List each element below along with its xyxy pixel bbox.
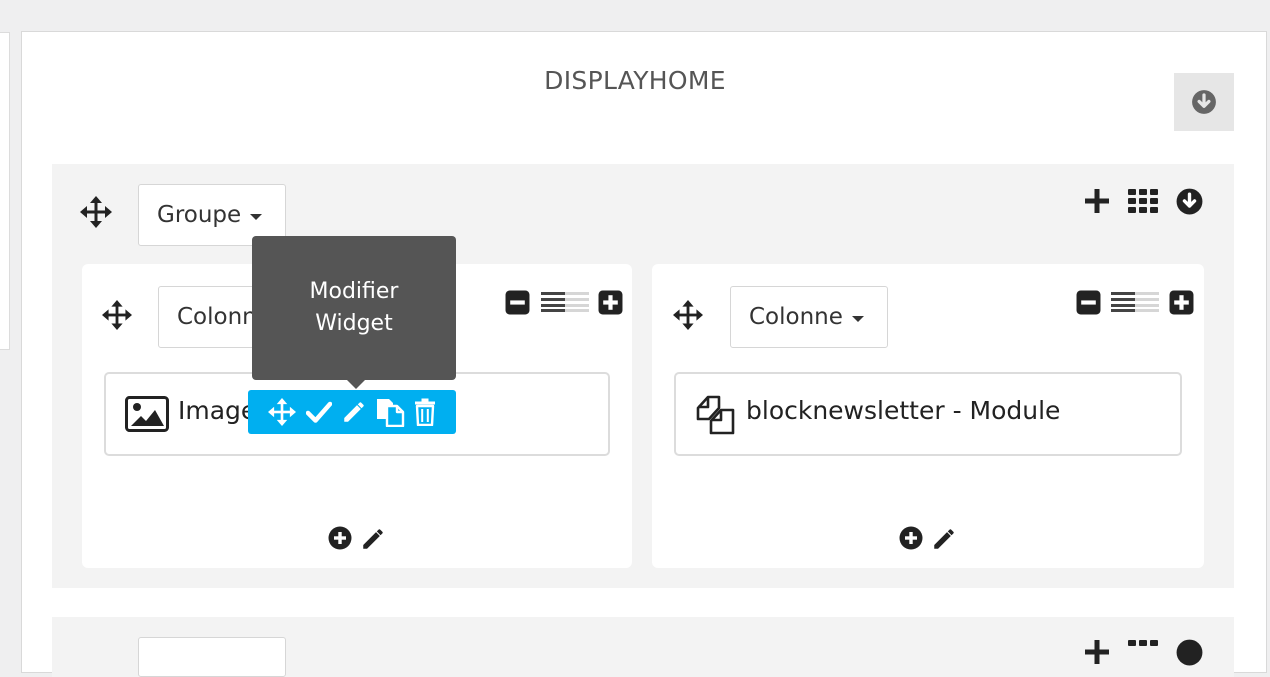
move-icon[interactable] xyxy=(102,300,132,330)
tooltip-line-1: Modifier xyxy=(309,279,399,304)
move-icon[interactable] xyxy=(673,300,703,330)
plus-square-icon[interactable] xyxy=(598,290,623,315)
group-2-type-dropdown[interactable] xyxy=(138,637,286,677)
column-width-bars-icon[interactable] xyxy=(1111,292,1159,312)
group-add-plus-icon[interactable] xyxy=(1084,188,1110,214)
caret-down-icon xyxy=(250,213,263,220)
arrow-circle-down-icon[interactable] xyxy=(1176,188,1203,215)
column-width-bars-icon[interactable] xyxy=(541,292,589,312)
group-type-label: Groupe xyxy=(157,202,242,228)
hook-title: DISPLAYHOME xyxy=(544,66,726,95)
tooltip-line-2: Widget xyxy=(315,311,393,336)
plus-circle-icon[interactable] xyxy=(899,526,923,550)
image-icon xyxy=(125,396,169,432)
check-icon[interactable] xyxy=(306,400,332,424)
group-add-plus-icon[interactable] xyxy=(1084,639,1110,665)
widget-label: blocknewsletter - Module xyxy=(746,396,1061,425)
pencil-icon[interactable] xyxy=(341,399,367,425)
column-2-type-dropdown[interactable]: Colonne xyxy=(730,286,888,348)
caret-down-icon xyxy=(851,315,864,322)
hook-collapse-button[interactable] xyxy=(1174,73,1234,131)
trash-icon[interactable] xyxy=(414,398,436,426)
column-2-type-label: Colonne xyxy=(749,304,843,330)
widget-toolbar xyxy=(248,390,456,434)
plus-circle-icon[interactable] xyxy=(328,526,352,550)
widget-module[interactable]: blocknewsletter - Module xyxy=(674,372,1182,456)
move-icon[interactable] xyxy=(80,196,112,228)
widget-label: Image xyxy=(178,396,257,425)
module-copy-icon xyxy=(696,395,735,435)
arrow-circle-down-icon[interactable] xyxy=(1176,639,1203,666)
tooltip: Modifier Widget xyxy=(252,236,456,380)
arrow-circle-down-icon xyxy=(1192,90,1216,114)
move-icon[interactable] xyxy=(268,398,296,426)
grid-icon[interactable] xyxy=(1127,639,1159,665)
copy-icon[interactable] xyxy=(375,397,405,427)
tooltip-arrow xyxy=(347,380,365,389)
plus-square-icon[interactable] xyxy=(1169,290,1194,315)
minus-square-icon[interactable] xyxy=(505,290,530,315)
pencil-icon[interactable] xyxy=(360,526,386,552)
minus-square-icon[interactable] xyxy=(1076,290,1101,315)
pencil-icon[interactable] xyxy=(931,526,957,552)
grid-icon[interactable] xyxy=(1127,188,1159,214)
